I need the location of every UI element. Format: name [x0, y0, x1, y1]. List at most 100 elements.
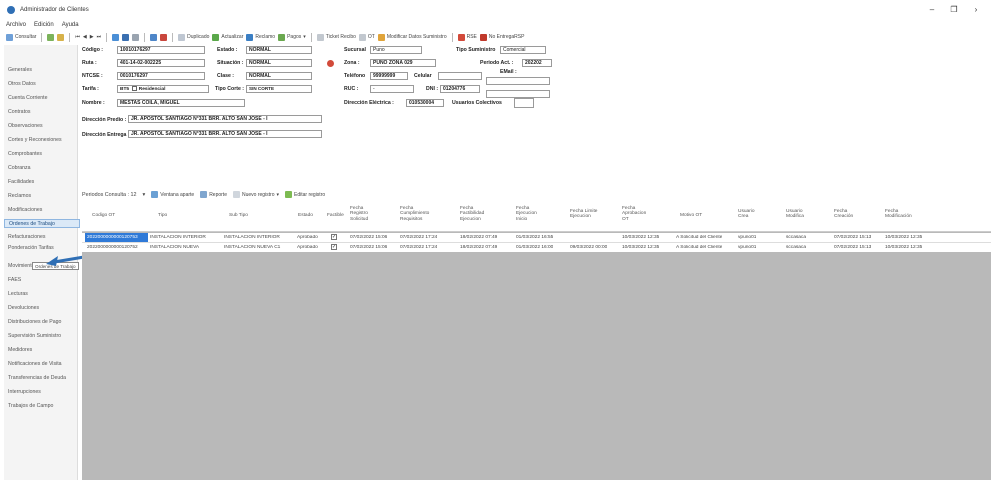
nav-last-button[interactable]: ⏭ — [97, 34, 102, 40]
sidebar-item-notificaciones[interactable]: Notificaciones de Visita — [8, 361, 62, 367]
email-extra-field[interactable] — [486, 90, 550, 98]
col-fecha-cumplimiento[interactable]: Fecha Cumplimiento Requisitos — [400, 206, 429, 222]
col-motivo-ot[interactable]: Motivo OT — [680, 213, 702, 218]
sidebar-item-cobranza[interactable]: Cobranza — [8, 165, 31, 171]
table-row[interactable]: 2022000000000120753 INSTALACION INTERIOR… — [82, 233, 991, 243]
col-fecha-ejecucion[interactable]: Fecha Ejecucion Inicio — [516, 206, 537, 222]
close-button[interactable]: › — [965, 4, 987, 16]
cell-fecha-creacion[interactable]: 07/02/2022 15:13 — [834, 245, 871, 250]
sucursal-field[interactable]: Puno — [370, 46, 422, 54]
col-sub-tipo[interactable]: Sub Tipo — [229, 213, 248, 218]
cell-codigo-ot[interactable]: 2022000000000120752 — [87, 245, 149, 250]
cell-usuario-modifica[interactable]: sccasaca — [786, 245, 806, 250]
nuevo-registro-button[interactable]: Nuevo registro ▾ — [232, 191, 279, 198]
nav-next-button[interactable]: ▶ — [90, 34, 94, 40]
edit-icon[interactable] — [150, 33, 158, 41]
sidebar-item-comprobantes[interactable]: Comprobantes — [8, 151, 42, 157]
cell-fecha-factibilidad[interactable]: 18/02/2022 07:49 — [460, 245, 497, 250]
actualizar-button[interactable]: Actualizar — [212, 33, 243, 41]
col-fecha-aprobacion[interactable]: Fecha Aprobacion OT — [622, 206, 646, 222]
menu-edicion[interactable]: Edición — [34, 22, 54, 28]
col-tipo[interactable]: Tipo — [158, 213, 167, 218]
editar-registro-button[interactable]: Editar registro — [285, 191, 325, 198]
cell-estado[interactable]: Aprobado — [297, 235, 318, 240]
paste-icon[interactable] — [57, 33, 65, 41]
cell-fecha-cumplimiento[interactable]: 07/02/2022 17:24 — [400, 235, 437, 240]
sidebar-item-refacturaciones[interactable]: Refacturaciones — [8, 234, 46, 240]
col-estado[interactable]: Estado — [298, 213, 313, 218]
document-icon[interactable] — [132, 33, 140, 41]
consultar-button[interactable]: Consultar — [6, 33, 36, 41]
tipo-suministro-field[interactable]: Comercial — [500, 46, 546, 54]
ot-button[interactable]: OT — [358, 33, 375, 41]
sidebar-item-lecturas[interactable]: Lecturas — [8, 291, 28, 297]
nav-first-button[interactable]: ⏮ — [75, 34, 80, 40]
sidebar-item-supervision[interactable]: Supervisión Suministro — [8, 333, 61, 339]
cell-fecha-ejecucion[interactable]: 01/03/2022 16:55 — [516, 235, 553, 240]
telefono-field[interactable]: 99999999 — [370, 72, 408, 80]
minimize-button[interactable]: – — [921, 4, 943, 16]
celular-field[interactable] — [438, 72, 482, 80]
menu-ayuda[interactable]: Ayuda — [62, 22, 79, 28]
clase-field[interactable]: NORMAL — [246, 72, 312, 80]
col-usuario-modifica[interactable]: Usuario Modifica — [786, 209, 804, 220]
sidebar-item-ponderacion[interactable]: Ponderación Tarifas — [8, 245, 54, 251]
reporte-button[interactable]: Reporte — [200, 191, 227, 198]
modificar-datos-button[interactable]: Modificar Datos Suministro — [377, 33, 447, 41]
residencial-checkbox[interactable] — [131, 86, 137, 91]
periodos-dropdown[interactable]: ▾ — [143, 192, 146, 198]
rse-button[interactable]: RSE — [457, 33, 477, 41]
periodo-field[interactable]: 202202 — [522, 59, 552, 67]
sidebar-item-generales[interactable]: Generales — [8, 67, 32, 73]
sidebar-item-ordenes-trabajo[interactable]: Ordenes de Trabajo — [4, 219, 80, 228]
direccion-entrega-field[interactable]: JR. APOSTOL SANTIAGO N°331 BRR. ALTO SAN… — [128, 130, 322, 138]
direccion-electrica-field[interactable]: 010530004 — [406, 99, 444, 107]
cell-fecha-factibilidad[interactable]: 18/02/2022 07:49 — [460, 235, 497, 240]
sidebar-item-medidores[interactable]: Medidores — [8, 347, 32, 353]
copy-icon[interactable] — [47, 33, 55, 41]
sidebar-item-cortes[interactable]: Cortes y Reconexiones — [8, 137, 62, 143]
direccion-predio-field[interactable]: JR. APOSTOL SANTIAGO N°331 BRR. ALTO SAN… — [128, 115, 322, 123]
cell-fecha-aprobacion[interactable]: 10/03/2022 12:35 — [622, 235, 659, 240]
sidebar-item-devoluciones[interactable]: Devoluciones — [8, 305, 39, 311]
cell-fecha-registro[interactable]: 07/02/2022 15:06 — [350, 235, 387, 240]
cell-sub-tipo[interactable]: INSTALACION INTERIOR — [224, 235, 296, 240]
nav-prev-button[interactable]: ◀ — [83, 34, 87, 40]
cell-fecha-cumplimiento[interactable]: 07/02/2022 17:24 — [400, 245, 437, 250]
sidebar-item-facilidades[interactable]: Facilidades — [8, 179, 34, 185]
cell-fecha-limite[interactable]: 09/03/2022 00:00 — [570, 245, 607, 250]
globe-icon[interactable] — [112, 33, 120, 41]
sidebar-item-cuenta-corriente[interactable]: Cuenta Corriente — [8, 95, 48, 101]
reclamo-button[interactable]: Reclamo — [246, 33, 275, 41]
ruc-field[interactable]: - — [370, 85, 414, 93]
usuarios-colectivos-field[interactable] — [514, 98, 534, 108]
cell-codigo-ot[interactable]: 2022000000000120753 — [85, 233, 148, 242]
cell-estado[interactable]: Aprobado — [297, 245, 318, 250]
dni-field[interactable]: 01204776 — [440, 85, 480, 93]
cell-sub-tipo[interactable]: INSTALACION NUEVA C1 — [224, 245, 296, 250]
codigo-field[interactable]: 10010176297 — [117, 46, 205, 54]
cell-tipo[interactable]: INSTALACION NUEVA — [150, 245, 222, 250]
ruta-field[interactable]: 401-14-02-002225 — [117, 59, 205, 67]
sidebar-item-observaciones[interactable]: Observaciones — [8, 123, 43, 129]
cell-fecha-aprobacion[interactable]: 10/03/2022 12:35 — [622, 245, 659, 250]
cell-factible-checkbox[interactable]: ✓ — [331, 244, 337, 250]
maximize-button[interactable]: ❐ — [943, 4, 965, 16]
estado-field[interactable]: NORMAL — [246, 46, 312, 54]
sidebar-item-modificaciones[interactable]: Modificaciones — [8, 207, 42, 213]
duplicado-button[interactable]: Duplicado — [178, 33, 209, 41]
cell-usuario-crea[interactable]: vpuno01 — [738, 235, 756, 240]
pagos-button[interactable]: Pagos ▾ — [278, 33, 306, 41]
sidebar-item-trabajos-campo[interactable]: Trabajos de Campo — [8, 403, 53, 409]
col-fecha-modificacion[interactable]: Fecha Modificación — [885, 209, 912, 220]
sidebar-item-contratos[interactable]: Contratos — [8, 109, 31, 115]
cell-fecha-registro[interactable]: 07/02/2022 15:06 — [350, 245, 387, 250]
cell-tipo[interactable]: INSTALACION INTERIOR — [150, 235, 222, 240]
zona-field[interactable]: PUNO ZONA 029 — [370, 59, 436, 67]
ntcse-field[interactable]: 0010176297 — [117, 72, 205, 80]
col-fecha-registro[interactable]: Fecha Registro Solicitud — [350, 206, 368, 222]
sidebar-item-distribuciones[interactable]: Distribuciones de Pago — [8, 319, 61, 325]
situacion-field[interactable]: NORMAL — [246, 59, 312, 67]
sidebar-item-faes[interactable]: FAES — [8, 277, 21, 283]
cell-motivo-ot[interactable]: A Solicitud del Cliente — [676, 245, 722, 250]
